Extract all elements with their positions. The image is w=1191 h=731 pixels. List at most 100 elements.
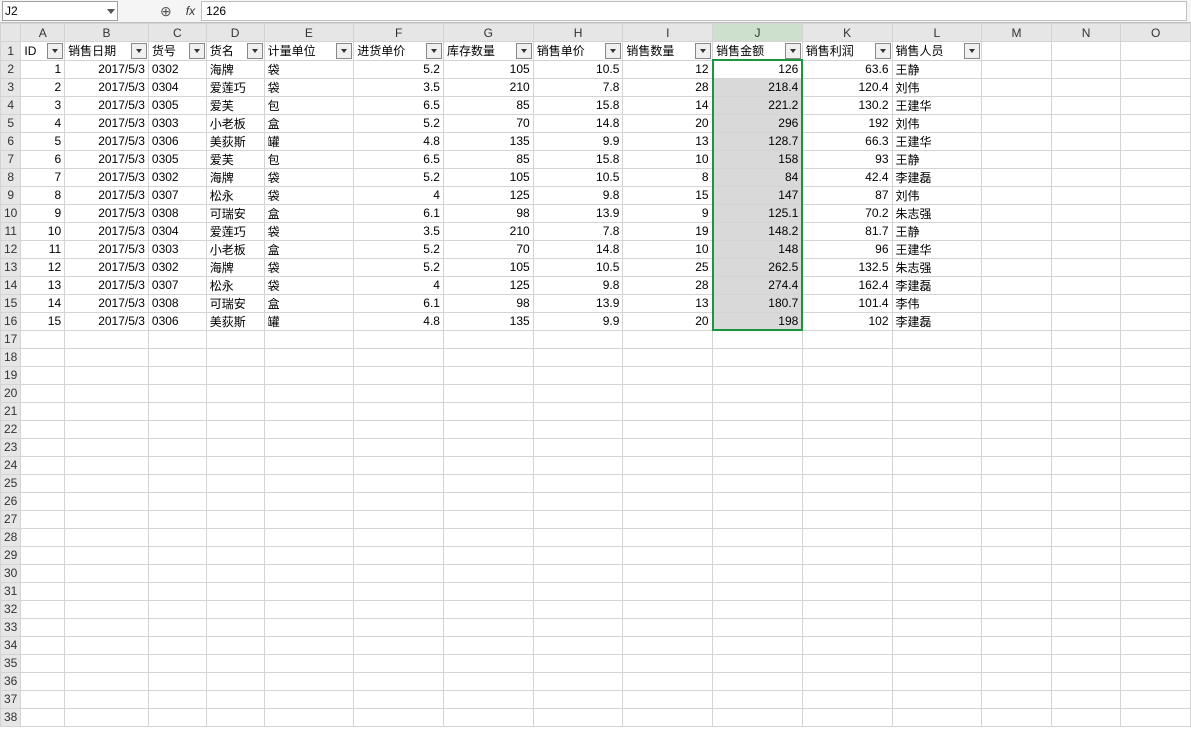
cell[interactable]: 5.2: [354, 258, 444, 276]
cell[interactable]: [1121, 96, 1191, 114]
cell[interactable]: 盒: [264, 294, 354, 312]
cell[interactable]: 101.4: [802, 294, 892, 312]
cell[interactable]: 0304: [148, 78, 206, 96]
cell[interactable]: [1051, 42, 1121, 61]
cell[interactable]: [713, 690, 803, 708]
cell[interactable]: [21, 420, 65, 438]
cell[interactable]: [65, 708, 149, 726]
cell[interactable]: 13: [623, 132, 713, 150]
cell[interactable]: [354, 690, 444, 708]
cell[interactable]: 0304: [148, 222, 206, 240]
cell[interactable]: [1121, 276, 1191, 294]
cell[interactable]: [1051, 492, 1121, 510]
cell[interactable]: 2: [21, 78, 65, 96]
row-header-24[interactable]: 24: [1, 456, 21, 474]
cell[interactable]: [1121, 528, 1191, 546]
cell[interactable]: [802, 600, 892, 618]
cell[interactable]: 3.5: [354, 222, 444, 240]
cell[interactable]: [1051, 60, 1121, 78]
cell[interactable]: [1051, 294, 1121, 312]
cell[interactable]: 85: [443, 96, 533, 114]
cell[interactable]: [892, 618, 982, 636]
cell[interactable]: [982, 78, 1052, 96]
cell[interactable]: 0302: [148, 60, 206, 78]
cell[interactable]: [533, 528, 623, 546]
cell[interactable]: [21, 438, 65, 456]
col-header-K[interactable]: K: [802, 24, 892, 42]
cell[interactable]: 221.2: [713, 96, 803, 114]
cell[interactable]: [713, 474, 803, 492]
cell[interactable]: 包: [264, 96, 354, 114]
cell[interactable]: 25: [623, 258, 713, 276]
cell[interactable]: [533, 654, 623, 672]
cell[interactable]: [206, 618, 264, 636]
cell[interactable]: [65, 528, 149, 546]
header-cell[interactable]: 销售金额: [713, 42, 803, 61]
cell[interactable]: [713, 384, 803, 402]
cell[interactable]: [1051, 204, 1121, 222]
cell[interactable]: [65, 654, 149, 672]
cell[interactable]: [533, 330, 623, 348]
header-cell[interactable]: 货号: [148, 42, 206, 61]
header-cell[interactable]: 销售人员: [892, 42, 982, 61]
cell[interactable]: [802, 330, 892, 348]
cell[interactable]: [443, 690, 533, 708]
cell[interactable]: [533, 510, 623, 528]
cell[interactable]: [623, 366, 713, 384]
cell[interactable]: 180.7: [713, 294, 803, 312]
col-header-H[interactable]: H: [533, 24, 623, 42]
cell[interactable]: [148, 690, 206, 708]
col-header-F[interactable]: F: [354, 24, 444, 42]
cell[interactable]: 2017/5/3: [65, 258, 149, 276]
cell[interactable]: [802, 402, 892, 420]
cell[interactable]: 105: [443, 60, 533, 78]
cell[interactable]: [1121, 582, 1191, 600]
cell[interactable]: 105: [443, 168, 533, 186]
cell[interactable]: 袋: [264, 168, 354, 186]
cell[interactable]: 14.8: [533, 240, 623, 258]
cell[interactable]: 262.5: [713, 258, 803, 276]
row-header-25[interactable]: 25: [1, 474, 21, 492]
cell[interactable]: [1051, 258, 1121, 276]
cell[interactable]: [206, 366, 264, 384]
cell[interactable]: 13.9: [533, 294, 623, 312]
cell[interactable]: [982, 456, 1052, 474]
row-header-16[interactable]: 16: [1, 312, 21, 330]
cell[interactable]: [802, 708, 892, 726]
cell[interactable]: [354, 492, 444, 510]
cell[interactable]: [802, 636, 892, 654]
cell[interactable]: [206, 402, 264, 420]
cell[interactable]: [1121, 492, 1191, 510]
cell[interactable]: [802, 474, 892, 492]
cell[interactable]: 袋: [264, 60, 354, 78]
cell[interactable]: [148, 384, 206, 402]
cell[interactable]: [21, 348, 65, 366]
cell[interactable]: [892, 672, 982, 690]
cell[interactable]: [148, 366, 206, 384]
row-header-37[interactable]: 37: [1, 690, 21, 708]
cell[interactable]: 0303: [148, 240, 206, 258]
cell[interactable]: [21, 600, 65, 618]
cell[interactable]: [623, 474, 713, 492]
cell[interactable]: [623, 510, 713, 528]
row-header-32[interactable]: 32: [1, 600, 21, 618]
cell[interactable]: [982, 240, 1052, 258]
cell[interactable]: 袋: [264, 78, 354, 96]
header-cell[interactable]: 销售单价: [533, 42, 623, 61]
cell[interactable]: 96: [802, 240, 892, 258]
cell[interactable]: [1051, 600, 1121, 618]
cell[interactable]: [354, 654, 444, 672]
cell[interactable]: [443, 420, 533, 438]
cell[interactable]: [533, 474, 623, 492]
cell[interactable]: [443, 330, 533, 348]
cell[interactable]: 5.2: [354, 114, 444, 132]
header-cell[interactable]: ID: [21, 42, 65, 61]
cell[interactable]: [802, 582, 892, 600]
cell[interactable]: 2017/5/3: [65, 276, 149, 294]
cell[interactable]: [264, 690, 354, 708]
cell[interactable]: [1051, 456, 1121, 474]
cell[interactable]: 李建磊: [892, 276, 982, 294]
cell[interactable]: 0302: [148, 258, 206, 276]
cell[interactable]: [148, 420, 206, 438]
cell[interactable]: 王建华: [892, 240, 982, 258]
